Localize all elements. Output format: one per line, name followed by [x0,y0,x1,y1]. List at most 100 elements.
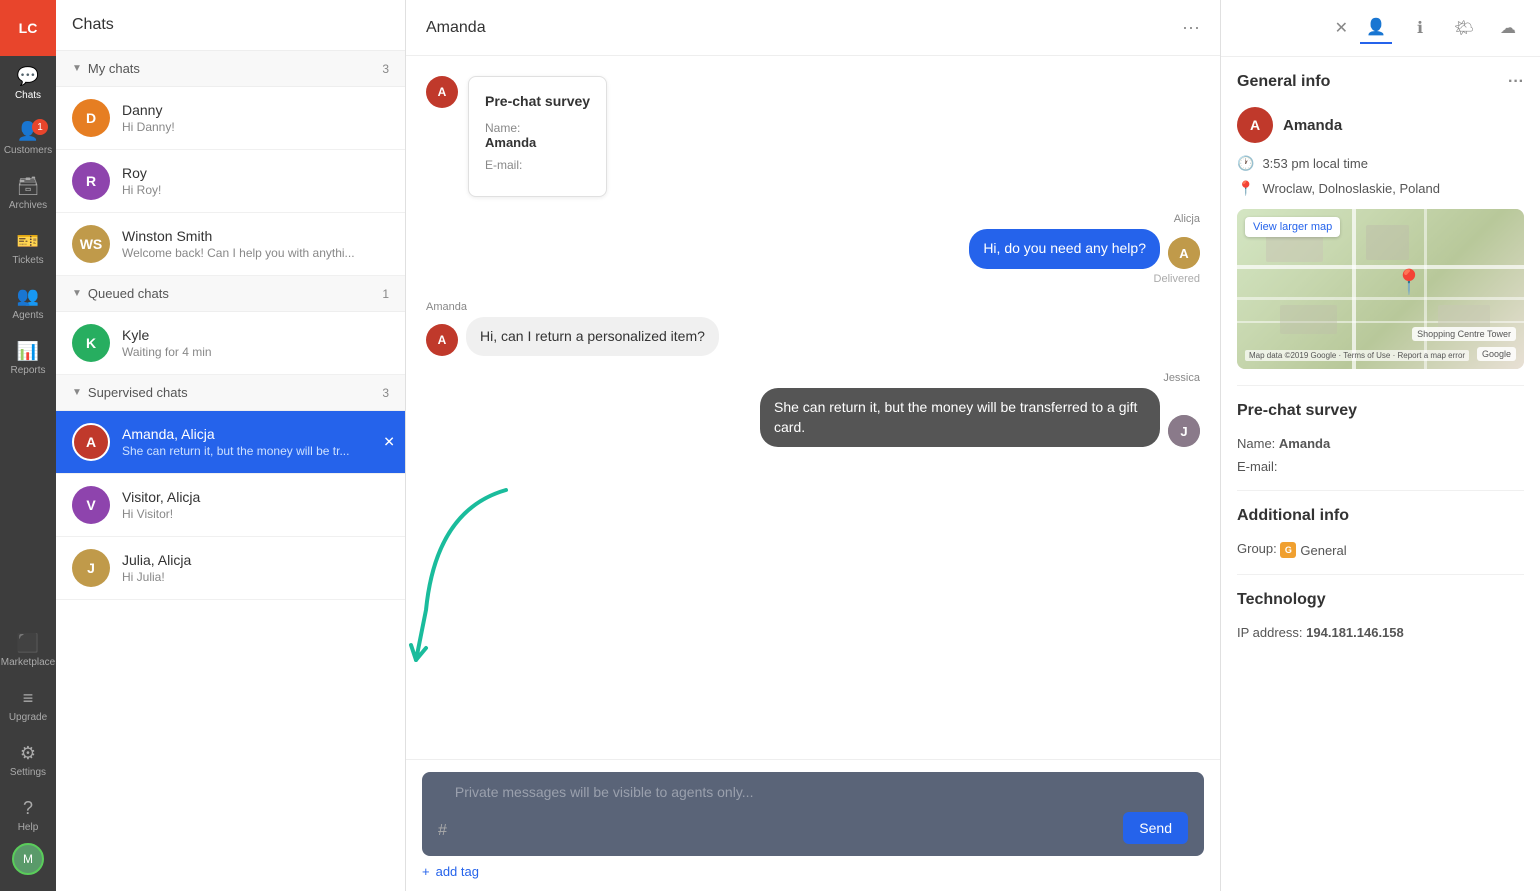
sidebar-item-settings-label: Settings [10,767,46,778]
chat-item-close-btn[interactable]: ✕ [383,434,395,451]
tickets-icon: 🎫 [17,231,39,252]
chat-info-danny: Danny Hi Danny! [122,102,389,134]
chat-list-panel: Chats ▼ My chats 3 D Danny Hi Danny! R R… [56,0,406,891]
map-google-label: Google [1477,347,1516,361]
msg-alicja-bubble-row: A Hi, do you need any help? [969,229,1200,269]
details-content: General info ··· A Amanda 🕐 3:53 pm loca… [1221,57,1540,662]
map-view-larger-button[interactable]: View larger map [1245,217,1340,237]
chat-avatar-amanda-alicja: A [72,423,110,461]
chat-avatar-winston: WS [72,225,110,263]
agents-icon: 👥 [17,286,39,307]
details-time-row: 🕐 3:53 pm local time [1237,155,1524,172]
prechat-survey-card: Pre-chat survey Name: Amanda E-mail: [468,76,607,197]
chat-name-julia-alicja: Julia, Alicja [122,552,389,568]
clock-icon: 🕐 [1237,155,1254,172]
msg-jessica-sender: Jessica [1163,372,1200,384]
send-button[interactable]: Send [1123,812,1188,844]
message-textarea[interactable] [455,784,1115,844]
chat-main: Amanda ··· A Pre-chat survey Name: Amand… [406,0,1220,891]
msg-alicja-row: Alicja A Hi, do you need any help? Deliv… [426,213,1200,285]
sidebar-item-chats-label: Chats [15,90,41,101]
chat-name-roy: Roy [122,165,389,181]
supervised-chats-section-header[interactable]: ▼ Supervised chats 3 [56,375,405,411]
app-logo[interactable]: LC [0,0,56,56]
group-badge: G General [1280,542,1346,558]
hash-button[interactable]: # [438,822,447,844]
chats-icon: 💬 [17,66,39,87]
chat-item-roy[interactable]: R Roy Hi Roy! [56,150,405,213]
chat-item-visitor-alicja[interactable]: V Visitor, Alicja Hi Visitor! [56,474,405,537]
location-pin-icon: 📍 [1237,180,1254,197]
chat-preview-roy: Hi Roy! [122,183,389,197]
sidebar-item-upgrade[interactable]: ≡ Upgrade [0,678,56,733]
sidebar-item-settings[interactable]: ⚙ Settings [0,733,56,788]
user-avatar[interactable]: M [12,843,44,875]
nav-sidebar: LC 💬 Chats 👤 Customers 1 🗃 Archives 🎫 Ti… [0,0,56,891]
add-tag-label[interactable]: add tag [436,864,479,879]
chat-item-julia-alicja[interactable]: J Julia, Alicja Hi Julia! [56,537,405,600]
sidebar-item-agents[interactable]: 👥 Agents [0,276,56,331]
chat-more-button[interactable]: ··· [1182,17,1200,38]
chat-preview-amanda-alicja: She can return it, but the money will be… [122,444,389,458]
chat-messages: A Pre-chat survey Name: Amanda E-mail: A… [406,56,1220,759]
prechat-survey-row: A Pre-chat survey Name: Amanda E-mail: [426,76,1200,197]
map-label: Shopping Centre Tower [1412,327,1516,341]
svg-text:A: A [1179,246,1189,261]
details-time: 3:53 pm local time [1262,156,1368,171]
chat-item-kyle[interactable]: K Kyle Waiting for 4 min [56,312,405,375]
chat-item-winston[interactable]: WS Winston Smith Welcome back! Can I hel… [56,213,405,276]
jessica-avatar: J [1168,415,1200,447]
amanda-bubble-avatar: A [426,324,458,356]
map-container: 📍 View larger map Shopping Centre Tower … [1237,209,1524,369]
sidebar-item-customers[interactable]: 👤 Customers 1 [0,111,56,166]
chat-info-amanda-alicja: Amanda, Alicja She can return it, but th… [122,426,389,458]
chat-avatar-danny: D [72,99,110,137]
add-tag-row[interactable]: + add tag [422,864,1204,879]
sidebar-item-reports-label: Reports [10,365,45,376]
msg-jessica-bubble: She can return it, but the money will be… [760,388,1160,447]
details-prechat-name-label: Name: Amanda [1237,436,1524,451]
chat-info-winston: Winston Smith Welcome back! Can I help y… [122,228,389,260]
sidebar-item-help[interactable]: ? Help [0,788,56,843]
upgrade-icon: ≡ [23,688,34,709]
chat-main-title: Amanda [426,19,486,37]
details-location: Wroclaw, Dolnoslaskie, Poland [1262,181,1440,196]
details-user-avatar: A [1237,107,1273,143]
chat-list-scroll: ▼ My chats 3 D Danny Hi Danny! R Roy Hi … [56,51,405,891]
details-user-name: Amanda [1283,117,1342,134]
sidebar-item-upgrade-label: Upgrade [9,712,47,723]
my-chats-title: ▼ My chats [72,61,140,76]
details-close-button[interactable]: ✕ [1335,18,1348,38]
supervised-chats-chevron: ▼ [72,387,82,398]
prechat-name-value: Amanda [485,135,590,150]
details-panel: ✕ 👤 ℹ 🌤 ☁ General info ··· A Amanda 🕐 3:… [1220,0,1540,891]
divider-2 [1237,490,1524,491]
technology-section-title: Technology [1237,591,1524,609]
sidebar-item-chats[interactable]: 💬 Chats [0,56,56,111]
chat-info-julia-alicja: Julia, Alicja Hi Julia! [122,552,389,584]
sidebar-item-marketplace[interactable]: ⬛ Marketplace [0,623,56,678]
chat-item-amanda-alicja[interactable]: A Amanda, Alicja She can return it, but … [56,411,405,474]
supervised-chats-title: ▼ Supervised chats [72,385,188,400]
queued-chats-section-header[interactable]: ▼ Queued chats 1 [56,276,405,312]
msg-jessica-bubble-row: J She can return it, but the money will … [760,388,1200,447]
chat-preview-danny: Hi Danny! [122,120,389,134]
details-more-button[interactable]: ··· [1508,73,1524,91]
details-tab-cloud[interactable]: ☁ [1492,12,1524,44]
chat-item-danny[interactable]: D Danny Hi Danny! [56,87,405,150]
chat-preview-visitor-alicja: Hi Visitor! [122,507,389,521]
prechat-name-field: Name: Amanda [485,121,590,150]
sidebar-item-archives[interactable]: 🗃 Archives [0,166,56,221]
chat-info-visitor-alicja: Visitor, Alicja Hi Visitor! [122,489,389,521]
msg-alicja-bubble: Hi, do you need any help? [969,229,1160,269]
details-tab-profile[interactable]: 👤 [1360,12,1392,44]
msg-amanda-bubble-row: A Hi, can I return a personalized item? [426,317,719,357]
divider-1 [1237,385,1524,386]
chat-preview-kyle: Waiting for 4 min [122,345,389,359]
details-tab-info[interactable]: ℹ [1404,12,1436,44]
my-chats-section-header[interactable]: ▼ My chats 3 [56,51,405,87]
details-tab-weather[interactable]: 🌤 [1448,12,1480,44]
sidebar-item-reports[interactable]: 📊 Reports [0,331,56,386]
details-prechat-email-label: E-mail: [1237,459,1524,474]
sidebar-item-tickets[interactable]: 🎫 Tickets [0,221,56,276]
